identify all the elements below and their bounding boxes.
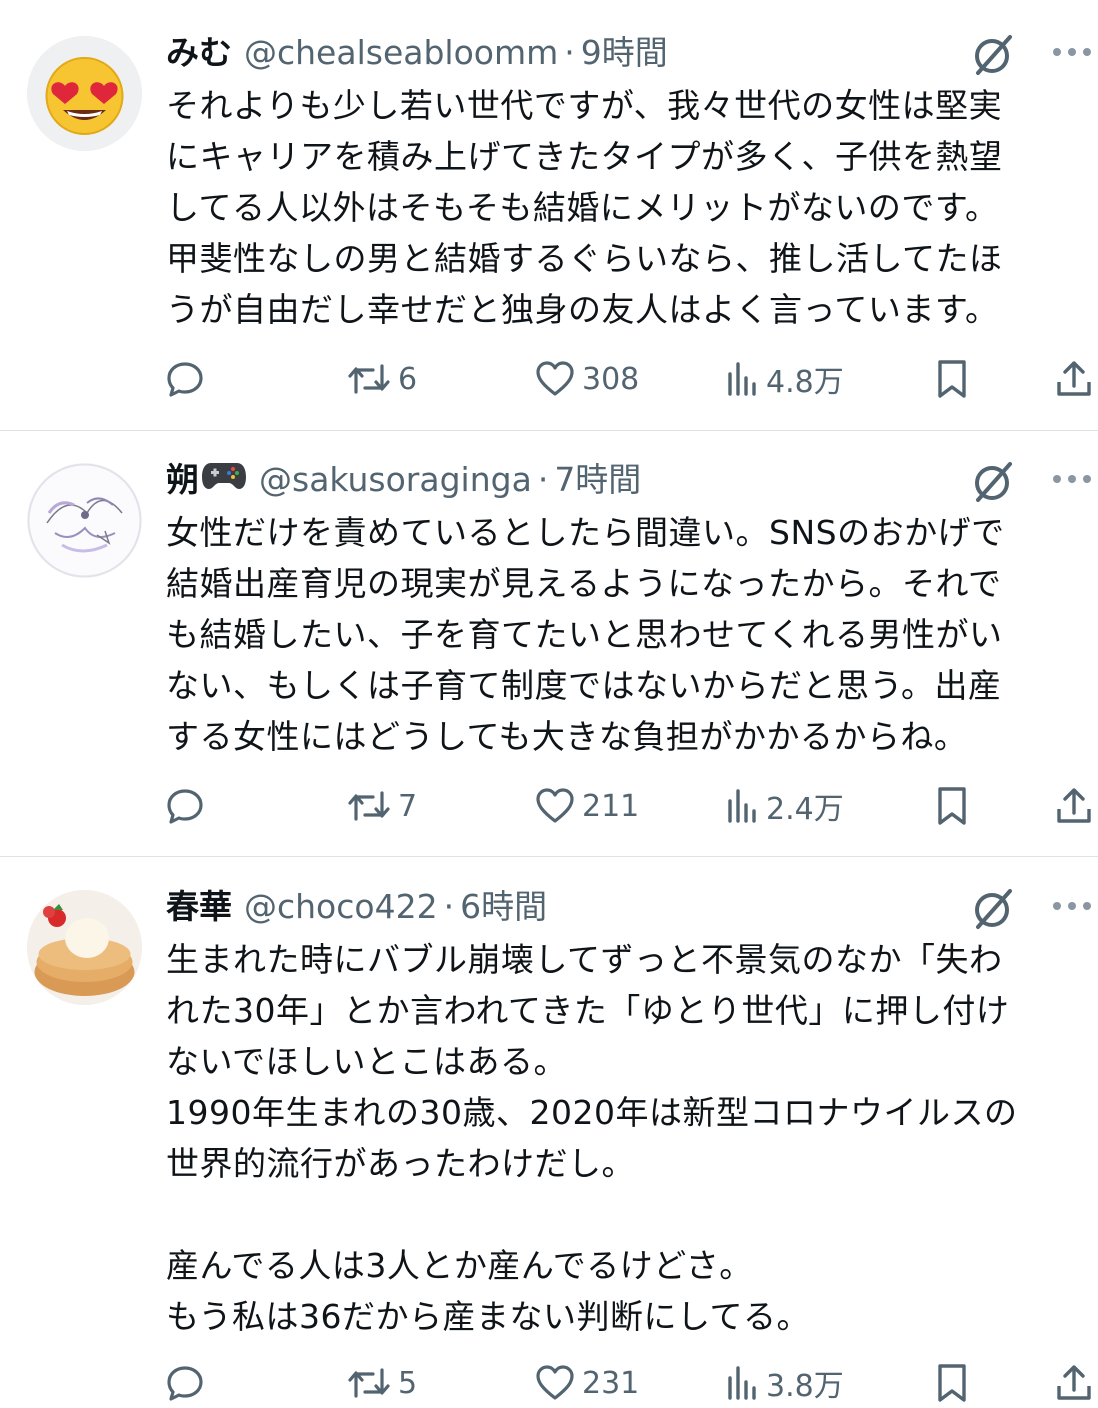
repost-button[interactable]: 6	[346, 354, 417, 404]
bookmark-icon	[938, 787, 966, 825]
view-count: 2.4万	[766, 792, 844, 827]
repost-count: 5	[398, 1365, 418, 1401]
action-bar: 6 308 4.8万	[0, 354, 1098, 404]
more-options-icon[interactable]	[1050, 467, 1094, 491]
display-name[interactable]: 朔	[166, 455, 199, 505]
views-icon	[728, 1366, 756, 1400]
bookmark-icon	[938, 360, 966, 398]
divider	[0, 430, 1098, 431]
views-button[interactable]: 3.8万	[724, 1358, 844, 1408]
views-button[interactable]: 2.4万	[724, 781, 844, 831]
share-icon	[1057, 361, 1091, 396]
display-name[interactable]: みむ	[166, 28, 232, 78]
reply-button[interactable]	[164, 1358, 206, 1408]
repost-icon	[348, 364, 390, 394]
bookmark-button[interactable]	[932, 781, 972, 831]
view-count: 3.8万	[766, 1369, 844, 1404]
meta-separator: ·	[537, 460, 549, 499]
repost-count: 7	[398, 788, 418, 824]
avatar[interactable]	[27, 463, 142, 578]
grok-icon[interactable]	[966, 883, 1018, 935]
like-count: 231	[582, 1365, 640, 1401]
tweet-text: 生まれた時にバブル崩壊してずっと不景気のなか「失わ れた30年」とか言われてきた…	[166, 940, 1018, 1336]
share-button[interactable]	[1054, 1358, 1094, 1408]
like-button[interactable]: 308	[534, 354, 639, 404]
timestamp[interactable]: 6時間	[460, 882, 547, 932]
repost-count: 6	[398, 361, 418, 397]
view-count: 4.8万	[766, 365, 844, 400]
bookmark-button[interactable]	[932, 354, 972, 404]
user-handle[interactable]: @choco422	[244, 882, 438, 932]
reply-icon	[167, 362, 203, 397]
share-icon	[1057, 1365, 1091, 1400]
avatar[interactable]	[27, 36, 142, 151]
meta-separator: ·	[443, 887, 455, 926]
reply-button[interactable]	[164, 354, 206, 404]
display-name[interactable]: 春華	[166, 882, 232, 932]
reply-icon	[167, 789, 203, 824]
repost-button[interactable]: 5	[346, 1358, 417, 1408]
like-button[interactable]: 231	[534, 1358, 639, 1408]
share-icon	[1057, 788, 1091, 823]
divider	[0, 856, 1098, 857]
action-bar: 7 211 2.4万	[0, 781, 1098, 831]
more-options-icon[interactable]	[1050, 894, 1094, 918]
like-count: 211	[582, 788, 640, 824]
meta-separator: ·	[564, 33, 575, 72]
grok-icon[interactable]	[966, 456, 1018, 508]
user-handle[interactable]: @chealseabloomm	[244, 28, 558, 78]
heart-icon	[536, 788, 574, 823]
timestamp[interactable]: 9時間	[581, 28, 668, 78]
bookmark-button[interactable]	[932, 1358, 972, 1408]
user-handle[interactable]: @sakusoraginga	[259, 455, 532, 505]
like-button[interactable]: 211	[534, 781, 639, 831]
tweet-text: 女性だけを責めているとしたら間違い。SNSのおかげで 結婚出産育児の現実が見える…	[166, 513, 1005, 756]
repost-icon	[348, 1368, 390, 1398]
heart-icon	[536, 1365, 574, 1400]
game-controller-emoji	[201, 455, 247, 505]
timestamp[interactable]: 7時間	[554, 455, 641, 505]
views-button[interactable]: 4.8万	[724, 354, 844, 404]
tweet-text: それよりも少し若い世代ですが、我々世代の女性は堅実 にキャリアを積み上げてきたタ…	[166, 86, 1003, 329]
views-icon	[728, 362, 756, 396]
share-button[interactable]	[1054, 354, 1094, 404]
grok-icon[interactable]	[966, 29, 1018, 81]
reply-icon	[167, 1366, 203, 1401]
bookmark-icon	[938, 1364, 966, 1402]
views-icon	[728, 789, 756, 823]
reply-button[interactable]	[164, 781, 206, 831]
repost-button[interactable]: 7	[346, 781, 417, 831]
more-options-icon[interactable]	[1050, 40, 1094, 64]
share-button[interactable]	[1054, 781, 1094, 831]
avatar[interactable]	[27, 890, 142, 1005]
heart-icon	[536, 361, 574, 396]
like-count: 308	[582, 361, 640, 397]
action-bar: 5 231 3.8万	[0, 1358, 1098, 1408]
repost-icon	[348, 791, 390, 821]
